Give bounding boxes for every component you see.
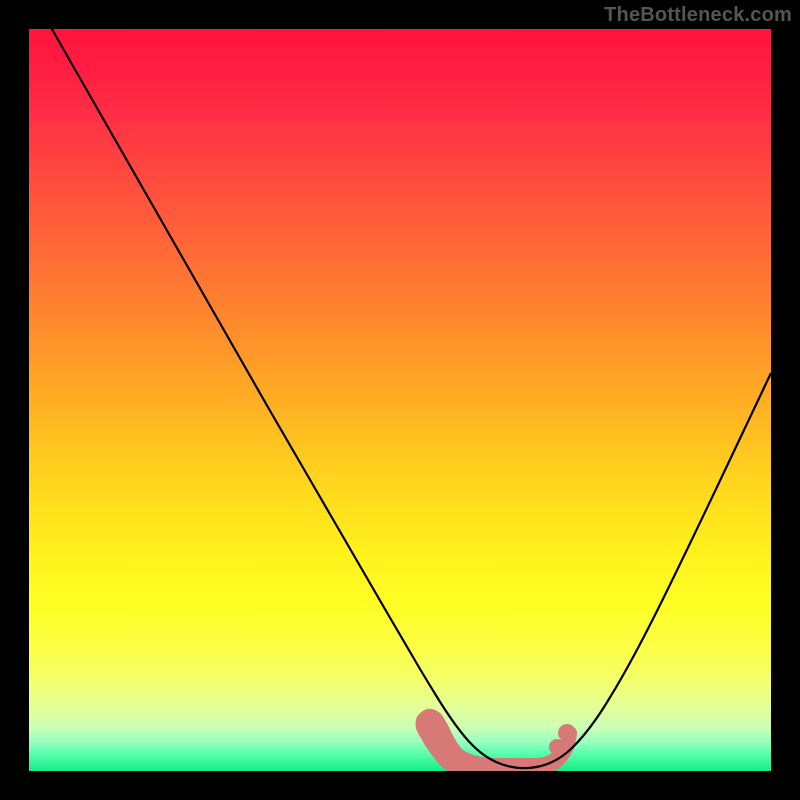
- curve-line: [29, 29, 771, 768]
- chart-svg: [29, 29, 771, 771]
- watermark-text: TheBottleneck.com: [604, 4, 792, 27]
- chart-plot-area: [29, 29, 771, 771]
